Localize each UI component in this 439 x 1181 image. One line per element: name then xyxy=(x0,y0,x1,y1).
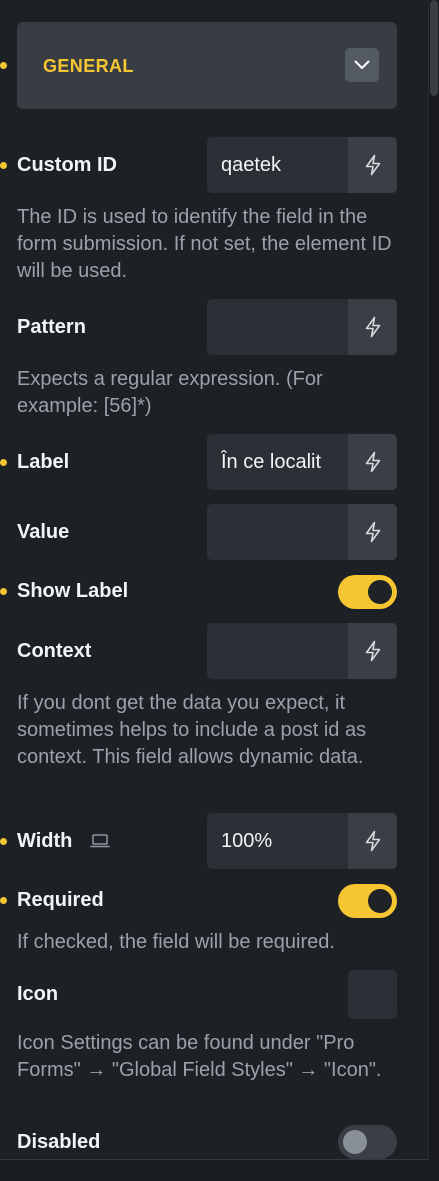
scrollbar-thumb[interactable] xyxy=(430,0,438,96)
icon-picker[interactable] xyxy=(348,970,397,1019)
label-label: Label xyxy=(17,451,70,473)
context-description: If you dont get the data you expect, it … xyxy=(17,692,367,768)
custom-id-value[interactable]: qaetek xyxy=(221,137,347,193)
show-label-toggle[interactable] xyxy=(338,575,397,609)
bottom-bar xyxy=(0,1160,439,1181)
context-value[interactable] xyxy=(221,623,347,679)
width-label: Width xyxy=(17,830,73,852)
custom-id-description: The ID is used to identify the field in … xyxy=(17,206,392,282)
modified-indicator xyxy=(0,588,7,595)
show-label-label: Show Label xyxy=(17,580,129,602)
modified-indicator xyxy=(0,162,7,169)
disabled-toggle[interactable] xyxy=(338,1125,397,1159)
group-header-general[interactable]: GENERAL xyxy=(17,22,397,109)
scrollbar[interactable] xyxy=(428,0,439,1160)
toggle-knob xyxy=(368,889,392,913)
required-label: Required xyxy=(17,889,104,911)
width-input[interactable]: 100% xyxy=(207,813,397,869)
custom-id-input[interactable]: qaetek xyxy=(207,137,397,193)
pattern-input[interactable] xyxy=(207,299,397,355)
pattern-label: Pattern xyxy=(17,316,86,338)
pattern-value[interactable] xyxy=(221,299,347,355)
modified-indicator xyxy=(0,459,7,466)
toggle-knob xyxy=(343,1130,367,1154)
bolt-icon[interactable] xyxy=(348,137,397,193)
settings-panel: GENERAL Custom ID qaetek The ID is used … xyxy=(0,0,439,1181)
label-value[interactable]: În ce localit xyxy=(221,434,347,490)
value-label: Value xyxy=(17,521,70,543)
bolt-icon[interactable] xyxy=(348,299,397,355)
modified-indicator xyxy=(0,897,7,904)
value-value[interactable] xyxy=(221,504,347,560)
context-input[interactable] xyxy=(207,623,397,679)
bolt-icon[interactable] xyxy=(348,434,397,490)
disabled-label: Disabled xyxy=(17,1131,101,1153)
bolt-icon[interactable] xyxy=(348,504,397,560)
bolt-icon[interactable] xyxy=(348,623,397,679)
label-input[interactable]: În ce localit xyxy=(207,434,397,490)
context-label: Context xyxy=(17,640,92,662)
modified-indicator xyxy=(0,62,7,69)
icon-description: Icon Settings can be found under "Pro Fo… xyxy=(17,1032,382,1081)
laptop-icon[interactable] xyxy=(90,833,110,854)
toggle-knob xyxy=(368,580,392,604)
chevron-down-icon[interactable] xyxy=(345,48,379,82)
icon-label: Icon xyxy=(17,983,59,1005)
width-value[interactable]: 100% xyxy=(221,813,347,869)
value-input[interactable] xyxy=(207,504,397,560)
pattern-description: Expects a regular expression. (For examp… xyxy=(17,368,323,417)
bolt-icon[interactable] xyxy=(348,813,397,869)
required-description: If checked, the field will be required. xyxy=(17,931,335,953)
custom-id-label: Custom ID xyxy=(17,154,117,176)
group-title: GENERAL xyxy=(43,56,134,76)
modified-indicator xyxy=(0,838,7,845)
required-toggle[interactable] xyxy=(338,884,397,918)
